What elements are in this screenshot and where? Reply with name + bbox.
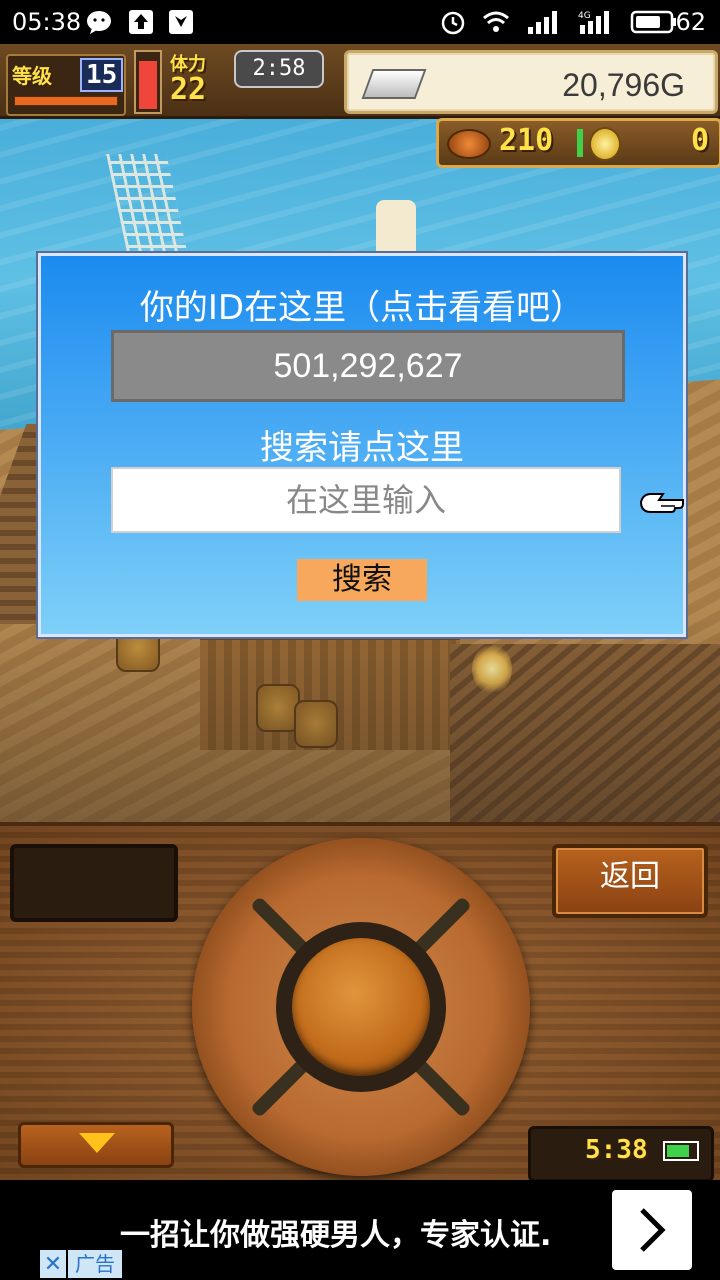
signal-icon xyxy=(528,11,557,34)
coin-icon xyxy=(589,127,621,161)
info-screen xyxy=(10,844,178,922)
search-button[interactable]: 搜索 xyxy=(297,559,427,601)
wechat-icon xyxy=(87,11,111,34)
id-search-dialog: 你的ID在这里（点击看看吧） 501,292,627 搜索请点这里 在这里输入 … xyxy=(38,253,686,637)
ad-open-button[interactable] xyxy=(612,1190,692,1270)
chevron-right-icon xyxy=(640,1208,666,1252)
dialog-title: 你的ID在这里（点击看看吧） xyxy=(139,288,585,328)
ad-tag: 广告 xyxy=(68,1250,122,1278)
menu-toggle-button[interactable] xyxy=(18,1122,174,1168)
device-battery-icon xyxy=(663,1141,699,1161)
battery-icon xyxy=(630,10,676,34)
ad-close-button[interactable]: ✕ xyxy=(40,1250,66,1278)
dpad[interactable] xyxy=(192,838,530,1176)
deck-shadow xyxy=(0,604,720,824)
resource-panel: 210 0 xyxy=(436,118,720,168)
device-time: 5:38 xyxy=(585,1135,648,1165)
user-id-field[interactable]: 501,292,627 xyxy=(111,330,625,402)
ad-text[interactable]: 一招让你做强硬男人，专家认证. xyxy=(120,1210,551,1254)
resource-b-value: 0 xyxy=(690,123,709,158)
game-clock: 2:58 xyxy=(234,50,324,88)
device-battery-level xyxy=(667,1145,689,1157)
status-bar: 05:38 4G 62 xyxy=(0,0,720,44)
resource-a-value: 210 xyxy=(499,123,554,158)
gold-amount: 20,796G xyxy=(562,67,685,103)
pointing-hand-icon xyxy=(639,493,684,513)
battery-percent: 62 xyxy=(675,8,706,36)
level-panel: 等级 15 xyxy=(6,54,126,116)
device-clock-panel: 5:38 xyxy=(528,1126,714,1182)
search-input[interactable]: 在这里输入 xyxy=(111,467,621,533)
silver-bar-icon xyxy=(361,69,427,99)
wifi-icon xyxy=(483,11,509,32)
level-value: 15 xyxy=(80,58,124,92)
stamina-value: 22 xyxy=(170,72,207,107)
alarm-icon xyxy=(441,11,465,35)
resource-divider xyxy=(577,129,583,157)
ad-content[interactable]: 一招让你做强硬男人，专家认证. xyxy=(40,1180,692,1280)
control-panel: 返回 5:38 xyxy=(0,822,720,1184)
back-button[interactable]: 返回 xyxy=(552,844,708,918)
status-time: 05:38 xyxy=(12,8,82,36)
signal-4g-icon: 4G xyxy=(578,11,609,34)
search-label: 搜索请点这里 xyxy=(260,428,464,468)
level-progress-bar xyxy=(14,96,118,106)
down-arrow-icon xyxy=(79,1133,115,1153)
dpad-center-button[interactable] xyxy=(292,938,430,1076)
svg-text:4G: 4G xyxy=(578,11,591,21)
stamina-gauge xyxy=(134,50,162,114)
upload-icon xyxy=(129,10,153,34)
gold-panel: 20,796G xyxy=(344,50,718,114)
meat-icon xyxy=(447,129,491,159)
level-label: 等级 xyxy=(12,64,52,88)
stamina-fill xyxy=(139,61,157,109)
top-hud: 等级 15 体力 22 2:58 20,796G xyxy=(0,44,720,119)
shield-icon xyxy=(169,10,193,34)
